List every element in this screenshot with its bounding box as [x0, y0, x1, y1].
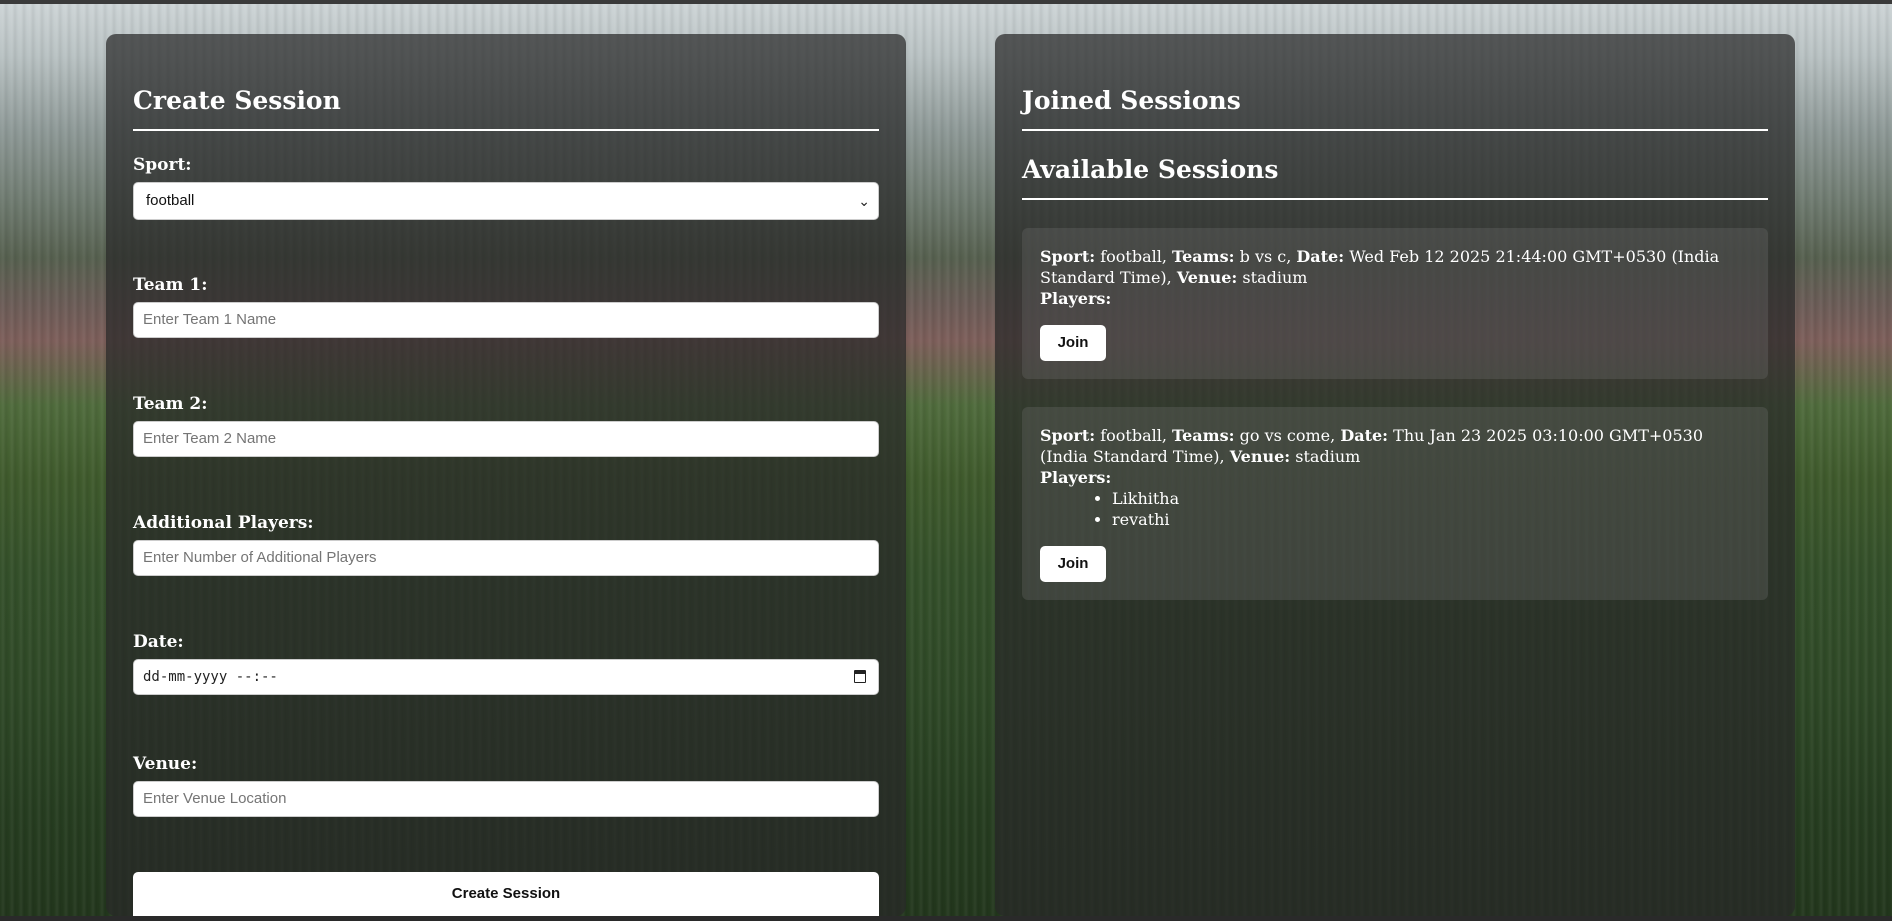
date-label: Date: [133, 632, 184, 652]
sport-label: Sport: [133, 155, 192, 175]
sport-select-value: football [146, 192, 195, 209]
bottom-border [0, 916, 1892, 921]
team1-placeholder: Enter Team 1 Name [143, 311, 277, 328]
players-heading: Players: [1040, 468, 1112, 487]
top-border [0, 0, 1892, 4]
available-sessions-title: Available Sessions [1022, 131, 1768, 200]
venue-field: Venue: Enter Venue Location [133, 754, 879, 817]
create-session-button[interactable]: Create Session [133, 872, 879, 916]
calendar-icon[interactable] [854, 670, 866, 683]
team1-input[interactable]: Enter Team 1 Name [133, 302, 879, 338]
team2-field: Team 2: Enter Team 2 Name [133, 394, 879, 457]
team1-label: Team 1: [133, 275, 208, 295]
additional-players-label: Additional Players: [133, 513, 314, 533]
player-item: Likhitha [1112, 488, 1750, 509]
date-key: Date: [1340, 426, 1389, 445]
chevron-down-icon: ⌄ [858, 193, 870, 209]
sport-value: football, [1100, 426, 1167, 445]
date-key: Date: [1296, 247, 1345, 266]
player-item: revathi [1112, 509, 1750, 530]
session-details: Sport: football, Teams: b vs c, Date: We… [1040, 246, 1750, 288]
venue-key: Venue: [1176, 268, 1238, 287]
venue-input[interactable]: Enter Venue Location [133, 781, 879, 817]
sport-value: football, [1100, 247, 1167, 266]
team1-field: Team 1: Enter Team 1 Name [133, 275, 879, 338]
venue-label: Venue: [133, 754, 198, 774]
create-session-title: Create Session [133, 34, 879, 131]
players-list: Likhitha revathi [1040, 488, 1750, 530]
create-session-panel: Create Session Sport: football ⌄ Team 1:… [106, 34, 906, 916]
sport-field: Sport: football ⌄ [133, 155, 879, 220]
date-placeholder: dd-mm-yyyy --:-- [143, 669, 278, 685]
team2-placeholder: Enter Team 2 Name [143, 430, 277, 447]
additional-players-placeholder: Enter Number of Additional Players [143, 549, 377, 566]
session-details: Sport: football, Teams: go vs come, Date… [1040, 425, 1750, 467]
teams-value: b vs c, [1239, 247, 1292, 266]
additional-players-input[interactable]: Enter Number of Additional Players [133, 540, 879, 576]
sport-key: Sport: [1040, 426, 1096, 445]
additional-players-field: Additional Players: Enter Number of Addi… [133, 513, 879, 576]
joined-sessions-title: Joined Sessions [1022, 34, 1768, 131]
teams-value: go vs come, [1239, 426, 1336, 445]
sport-key: Sport: [1040, 247, 1096, 266]
venue-value: stadium [1242, 268, 1308, 287]
sport-select[interactable]: football ⌄ [133, 182, 879, 220]
session-card: Sport: football, Teams: b vs c, Date: We… [1022, 228, 1768, 379]
venue-value: stadium [1295, 447, 1361, 466]
join-button[interactable]: Join [1040, 546, 1106, 582]
teams-key: Teams: [1172, 426, 1235, 445]
team2-input[interactable]: Enter Team 2 Name [133, 421, 879, 457]
players-heading: Players: [1040, 289, 1112, 308]
date-field: Date: dd-mm-yyyy --:-- [133, 632, 879, 695]
team2-label: Team 2: [133, 394, 208, 414]
sessions-panel: Joined Sessions Available Sessions Sport… [995, 34, 1795, 916]
session-card: Sport: football, Teams: go vs come, Date… [1022, 407, 1768, 600]
join-button[interactable]: Join [1040, 325, 1106, 361]
venue-placeholder: Enter Venue Location [143, 790, 287, 807]
teams-key: Teams: [1172, 247, 1235, 266]
venue-key: Venue: [1229, 447, 1291, 466]
date-input[interactable]: dd-mm-yyyy --:-- [133, 659, 879, 695]
